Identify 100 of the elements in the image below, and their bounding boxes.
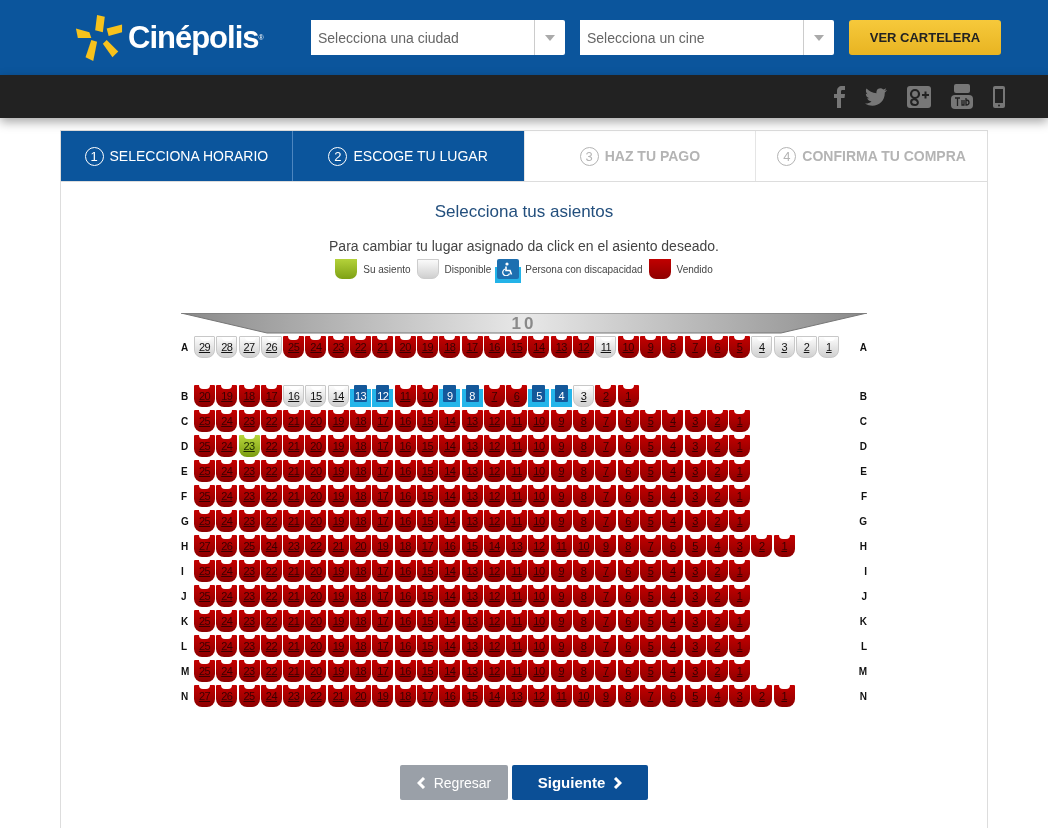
seat[interactable]: 4 bbox=[550, 385, 572, 407]
seat[interactable]: 16 bbox=[394, 410, 416, 432]
seat[interactable]: 23 bbox=[238, 485, 260, 507]
seat[interactable]: 19 bbox=[216, 385, 238, 407]
seat[interactable]: 15 bbox=[416, 585, 438, 607]
seat[interactable]: 22 bbox=[260, 585, 282, 607]
seat[interactable]: 16 bbox=[394, 485, 416, 507]
step-tab[interactable]: 4 CONFIRMA TU COMPRA bbox=[755, 131, 987, 181]
seat[interactable]: 19 bbox=[327, 410, 349, 432]
seat[interactable]: 15 bbox=[416, 560, 438, 582]
seat[interactable]: 3 bbox=[684, 610, 706, 632]
seat[interactable]: 19 bbox=[372, 535, 394, 557]
seat[interactable]: 24 bbox=[260, 685, 282, 707]
seat[interactable]: 2 bbox=[706, 460, 728, 482]
seat[interactable]: 7 bbox=[595, 560, 617, 582]
seat[interactable]: 8 bbox=[573, 510, 595, 532]
seat[interactable]: 10 bbox=[528, 510, 550, 532]
seat[interactable]: 1 bbox=[729, 435, 751, 457]
seat[interactable]: 17 bbox=[372, 585, 394, 607]
seat[interactable]: 24 bbox=[305, 336, 327, 358]
seat[interactable]: 8 bbox=[573, 485, 595, 507]
seat[interactable]: 12 bbox=[483, 660, 505, 682]
seat[interactable]: 11 bbox=[506, 585, 528, 607]
seat[interactable]: 1 bbox=[773, 535, 795, 557]
seat[interactable]: 25 bbox=[194, 485, 215, 507]
seat[interactable]: 24 bbox=[216, 410, 238, 432]
seat[interactable]: 4 bbox=[662, 410, 684, 432]
seat[interactable]: 19 bbox=[372, 685, 394, 707]
seat[interactable]: 23 bbox=[238, 585, 260, 607]
seat[interactable]: 11 bbox=[506, 635, 528, 657]
seat[interactable]: 4 bbox=[662, 585, 684, 607]
seat[interactable]: 24 bbox=[216, 610, 238, 632]
seat[interactable]: 4 bbox=[662, 510, 684, 532]
seat[interactable]: 22 bbox=[305, 685, 327, 707]
seat[interactable]: 1 bbox=[729, 560, 751, 582]
seat[interactable]: 27 bbox=[194, 535, 215, 557]
seat[interactable]: 2 bbox=[706, 585, 728, 607]
seat[interactable]: 24 bbox=[216, 510, 238, 532]
seat[interactable]: 4 bbox=[662, 635, 684, 657]
seat[interactable]: 24 bbox=[260, 535, 282, 557]
seat[interactable]: 10 bbox=[528, 610, 550, 632]
seat[interactable]: 13 bbox=[506, 685, 528, 707]
seat[interactable]: 14 bbox=[528, 336, 550, 358]
seat[interactable]: 18 bbox=[350, 585, 372, 607]
seat[interactable]: 11 bbox=[506, 510, 528, 532]
seat[interactable]: 12 bbox=[483, 460, 505, 482]
seat[interactable]: 9 bbox=[550, 635, 572, 657]
seat[interactable]: 22 bbox=[260, 460, 282, 482]
seat[interactable]: 27 bbox=[194, 685, 215, 707]
seat[interactable]: 19 bbox=[327, 635, 349, 657]
seat[interactable]: 20 bbox=[305, 410, 327, 432]
seat[interactable]: 19 bbox=[327, 510, 349, 532]
seat[interactable]: 3 bbox=[684, 635, 706, 657]
seat[interactable]: 20 bbox=[350, 685, 372, 707]
seat[interactable]: 25 bbox=[238, 535, 260, 557]
seat[interactable]: 25 bbox=[238, 685, 260, 707]
seat[interactable]: 21 bbox=[283, 635, 305, 657]
seat[interactable]: 12 bbox=[372, 385, 394, 407]
seat[interactable]: 23 bbox=[238, 460, 260, 482]
seat[interactable]: 20 bbox=[305, 560, 327, 582]
seat[interactable]: 10 bbox=[528, 460, 550, 482]
seat[interactable]: 1 bbox=[617, 385, 639, 407]
seat[interactable]: 7 bbox=[595, 510, 617, 532]
seat[interactable]: 18 bbox=[350, 610, 372, 632]
seat[interactable]: 18 bbox=[350, 560, 372, 582]
seat[interactable]: 14 bbox=[439, 410, 461, 432]
seat[interactable]: 9 bbox=[595, 535, 617, 557]
seat[interactable]: 5 bbox=[639, 510, 661, 532]
seat[interactable]: 20 bbox=[305, 485, 327, 507]
seat[interactable]: 7 bbox=[595, 410, 617, 432]
seat[interactable]: 14 bbox=[439, 610, 461, 632]
seat[interactable]: 17 bbox=[372, 460, 394, 482]
seat[interactable]: 15 bbox=[416, 410, 438, 432]
seat[interactable]: 6 bbox=[617, 410, 639, 432]
seat[interactable]: 9 bbox=[550, 660, 572, 682]
seat[interactable]: 13 bbox=[461, 485, 483, 507]
seat[interactable]: 14 bbox=[439, 435, 461, 457]
seat[interactable]: 19 bbox=[327, 485, 349, 507]
seat[interactable]: 23 bbox=[327, 336, 349, 358]
seat[interactable]: 14 bbox=[439, 560, 461, 582]
seat[interactable]: 5 bbox=[684, 535, 706, 557]
seat[interactable]: 23 bbox=[238, 510, 260, 532]
seat[interactable]: 12 bbox=[483, 610, 505, 632]
back-button[interactable]: Regresar bbox=[400, 765, 508, 800]
seat[interactable]: 17 bbox=[260, 385, 282, 407]
seat[interactable]: 16 bbox=[394, 635, 416, 657]
seat[interactable]: 7 bbox=[639, 685, 661, 707]
seat[interactable]: 11 bbox=[506, 460, 528, 482]
seat[interactable]: 7 bbox=[639, 535, 661, 557]
seat[interactable]: 12 bbox=[528, 685, 550, 707]
seat[interactable]: 22 bbox=[260, 510, 282, 532]
seat[interactable]: 18 bbox=[350, 460, 372, 482]
seat[interactable]: 5 bbox=[729, 336, 751, 358]
city-select[interactable]: Selecciona una ciudad bbox=[311, 20, 565, 55]
seat[interactable]: 14 bbox=[439, 510, 461, 532]
seat[interactable]: 18 bbox=[350, 635, 372, 657]
seat[interactable]: 8 bbox=[617, 535, 639, 557]
step-tab[interactable]: 3 HAZ TU PAGO bbox=[523, 131, 756, 181]
seat[interactable]: 5 bbox=[639, 410, 661, 432]
seat[interactable]: 25 bbox=[194, 510, 215, 532]
